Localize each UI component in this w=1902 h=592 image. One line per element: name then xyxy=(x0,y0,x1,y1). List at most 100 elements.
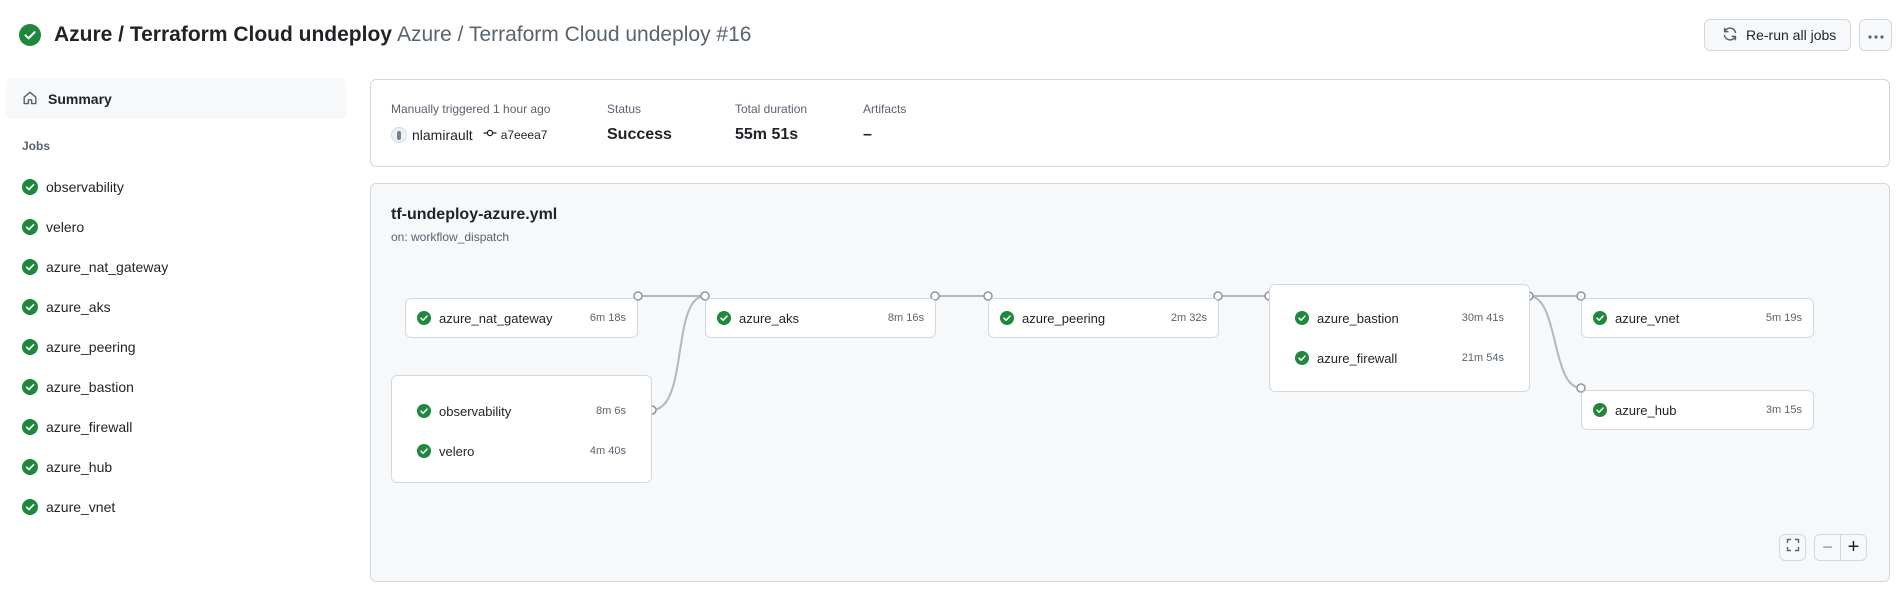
rerun-all-jobs-button[interactable]: Re-run all jobs xyxy=(1704,19,1851,51)
success-check-icon xyxy=(1000,311,1014,325)
job-node-azure-peering[interactable]: azure_peering 2m 32s xyxy=(988,298,1219,338)
sidebar-item-azure-peering[interactable]: azure_peering xyxy=(0,327,350,367)
job-name: azure_aks xyxy=(739,310,799,326)
success-check-icon xyxy=(22,219,38,235)
duration-value: 55m 51s xyxy=(735,126,799,143)
screen-full-icon xyxy=(1786,538,1800,557)
job-node-observability[interactable]: observability 8m 6s xyxy=(392,401,651,421)
job-node-azure-hub[interactable]: azure_hub 3m 15s xyxy=(1581,390,1814,430)
job-label: azure_firewall xyxy=(46,419,133,435)
fullscreen-button[interactable] xyxy=(1779,534,1806,561)
job-node-azure-bastion[interactable]: azure_bastion 30m 41s xyxy=(1270,308,1529,328)
success-check-icon xyxy=(1593,311,1607,325)
success-check-icon xyxy=(22,299,38,315)
job-label: azure_bastion xyxy=(46,379,134,395)
sidebar-item-summary[interactable]: Summary xyxy=(6,79,346,119)
trigger-label: Manually triggered 1 hour ago xyxy=(391,102,551,116)
run-header: Azure / Terraform Cloud undeploy Azure / … xyxy=(0,0,1902,70)
actor-link[interactable]: nlamirault xyxy=(412,127,473,143)
sidebar-item-azure-vnet[interactable]: azure_vnet xyxy=(0,487,350,527)
sidebar-item-azure-bastion[interactable]: azure_bastion xyxy=(0,367,350,407)
zoom-in-button[interactable]: + xyxy=(1840,534,1867,561)
sidebar-item-azure-firewall[interactable]: azure_firewall xyxy=(0,407,350,447)
run-title: Azure / Terraform Cloud undeploy #16 xyxy=(396,23,752,46)
sidebar-item-observability[interactable]: observability xyxy=(0,167,350,207)
job-name: azure_bastion xyxy=(1317,310,1399,326)
jobs-heading: Jobs xyxy=(22,139,51,153)
sidebar-item-azure-hub[interactable]: azure_hub xyxy=(0,447,350,487)
job-label: velero xyxy=(46,219,85,235)
job-name: observability xyxy=(439,403,512,419)
workflow-title[interactable]: Azure / Terraform Cloud undeploy xyxy=(54,23,392,46)
commit-link[interactable]: a7eeea7 xyxy=(483,126,548,143)
artifacts-value: – xyxy=(863,126,872,143)
avatar[interactable] xyxy=(391,126,407,143)
workflow-graph-panel: tf-undeploy-azure.yml on: workflow_dispa… xyxy=(370,183,1890,582)
zoom-in-label: + xyxy=(1847,536,1860,558)
job-label: azure_aks xyxy=(46,299,111,315)
sidebar-item-azure-nat-gateway[interactable]: azure_nat_gateway xyxy=(0,247,350,287)
job-node-velero[interactable]: velero 4m 40s xyxy=(392,441,651,461)
sidebar-item-azure-aks[interactable]: azure_aks xyxy=(0,287,350,327)
job-label: azure_vnet xyxy=(46,499,116,515)
job-label: azure_hub xyxy=(46,459,113,475)
git-commit-icon xyxy=(483,126,501,143)
status-info: Status Success xyxy=(607,102,672,144)
success-check-icon xyxy=(417,444,431,458)
artifacts-info: Artifacts – xyxy=(863,102,906,144)
success-check-icon xyxy=(1295,311,1309,325)
job-duration: 4m 40s xyxy=(589,445,626,457)
success-check-icon xyxy=(417,404,431,418)
trigger-info: Manually triggered 1 hour ago nlamirault… xyxy=(391,102,550,143)
more-options-button[interactable] xyxy=(1859,19,1892,51)
job-list: observability velero azure_nat_gateway a… xyxy=(0,167,350,527)
job-label: observability xyxy=(46,179,124,195)
job-duration: 21m 54s xyxy=(1461,352,1504,364)
job-name: azure_vnet xyxy=(1615,310,1680,326)
job-duration: 2m 32s xyxy=(1170,312,1207,324)
job-node-azure-firewall[interactable]: azure_firewall 21m 54s xyxy=(1270,348,1529,368)
home-icon xyxy=(22,90,38,109)
job-duration: 8m 6s xyxy=(596,405,626,417)
zoom-out-label: − xyxy=(1822,537,1833,557)
success-check-icon xyxy=(717,311,731,325)
sync-icon xyxy=(1722,26,1738,45)
job-node-azure-vnet[interactable]: azure_vnet 5m 19s xyxy=(1581,298,1814,338)
job-node-azure-aks[interactable]: azure_aks 8m 16s xyxy=(705,298,936,338)
duration-label: Total duration xyxy=(735,102,808,116)
job-label: azure_peering xyxy=(46,339,136,355)
job-name: azure_peering xyxy=(1022,310,1106,326)
job-duration: 30m 41s xyxy=(1461,312,1504,324)
success-check-icon xyxy=(417,311,431,325)
success-check-icon xyxy=(22,179,38,195)
job-duration: 6m 18s xyxy=(589,312,626,324)
job-label: azure_nat_gateway xyxy=(46,259,169,275)
job-duration: 3m 15s xyxy=(1765,404,1802,416)
success-check-icon xyxy=(19,24,41,46)
job-name: azure_firewall xyxy=(1317,350,1398,366)
job-name: azure_hub xyxy=(1615,402,1677,418)
success-check-icon xyxy=(22,499,38,515)
commit-sha: a7eeea7 xyxy=(500,127,548,142)
success-check-icon xyxy=(22,419,38,435)
success-check-icon xyxy=(1593,403,1607,417)
sidebar-item-velero[interactable]: velero xyxy=(0,207,350,247)
summary-label: Summary xyxy=(48,91,112,107)
job-group-bastion-firewall: azure_bastion 30m 41s azure_firewall 21m… xyxy=(1269,284,1530,392)
job-node-azure-nat-gateway[interactable]: azure_nat_gateway 6m 18s xyxy=(405,298,638,338)
status-label: Status xyxy=(607,102,642,116)
artifacts-label: Artifacts xyxy=(863,102,907,116)
job-duration: 8m 16s xyxy=(887,312,924,324)
rerun-label: Re-run all jobs xyxy=(1746,27,1837,43)
success-check-icon xyxy=(22,339,38,355)
success-check-icon xyxy=(22,459,38,475)
duration-info: Total duration 55m 51s xyxy=(735,102,807,144)
status-value: Success xyxy=(607,126,672,143)
success-check-icon xyxy=(22,379,38,395)
zoom-out-button[interactable]: − xyxy=(1814,534,1841,561)
run-summary-card: Manually triggered 1 hour ago nlamirault… xyxy=(370,79,1890,167)
kebab-icon xyxy=(1867,26,1884,44)
job-name: velero xyxy=(439,443,475,459)
job-duration: 5m 19s xyxy=(1765,312,1802,324)
success-check-icon xyxy=(22,259,38,275)
